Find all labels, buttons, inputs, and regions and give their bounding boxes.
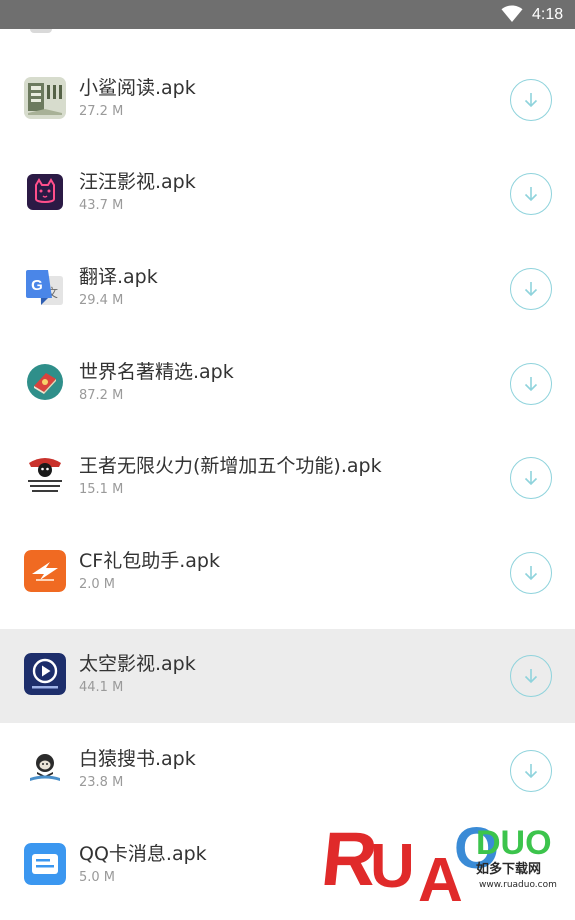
download-arrow-icon (524, 93, 538, 108)
file-size: 5.0 M (79, 870, 116, 885)
site-watermark: R U A O DUO 如多下载网 www.ruaduo.com (318, 817, 562, 920)
download-arrow-icon (524, 764, 538, 779)
status-bar: 4:18 (0, 0, 575, 29)
file-size: 27.2 M (79, 104, 124, 119)
apk-list-item[interactable]: CF礼包助手.apk 2.0 M (0, 526, 575, 620)
file-size: 29.4 M (79, 293, 124, 308)
status-time: 4:18 (532, 6, 564, 23)
download-arrow-icon (524, 282, 538, 297)
book-reader-icon (24, 77, 66, 119)
watermark-letter: U (370, 832, 415, 901)
classic-books-icon (24, 361, 66, 403)
meme-face-icon (24, 455, 66, 497)
wifi-icon (501, 5, 523, 23)
apk-list-item[interactable]: 世界名著精选.apk 87.2 M (0, 337, 575, 431)
file-size: 43.7 M (79, 198, 124, 213)
apk-list-item[interactable]: 汪汪影视.apk 43.7 M (0, 147, 575, 241)
download-button[interactable] (510, 268, 552, 310)
ape-reading-icon (24, 748, 66, 790)
download-button[interactable] (510, 363, 552, 405)
download-arrow-icon (524, 471, 538, 486)
apk-list-item[interactable]: 王者无限火力(新增加五个功能).apk 15.1 M (0, 431, 575, 525)
file-name: 汪汪影视.apk (79, 171, 196, 193)
file-size: 15.1 M (79, 482, 124, 497)
file-name: 白猿搜书.apk (79, 748, 196, 770)
watermark-letter: DUO (476, 824, 552, 862)
previous-item-fragment (30, 29, 52, 33)
cat-face-icon (24, 171, 66, 213)
download-button[interactable] (510, 552, 552, 594)
file-name: 太空影视.apk (79, 653, 196, 675)
google-translate-icon: 文 G (24, 266, 66, 308)
svg-text:G: G (31, 277, 43, 294)
cf-logo-icon (24, 550, 66, 592)
download-button[interactable] (510, 655, 552, 697)
file-size: 2.0 M (79, 577, 116, 592)
play-button-icon (24, 653, 66, 695)
message-card-icon (24, 843, 66, 885)
download-arrow-icon (524, 377, 538, 392)
download-button[interactable] (510, 457, 552, 499)
apk-list-item[interactable]: 文 G 翻译.apk 29.4 M (0, 242, 575, 336)
file-name: CF礼包助手.apk (79, 550, 220, 572)
file-name: 小鲨阅读.apk (79, 77, 196, 99)
apk-list-item[interactable]: 白猿搜书.apk 23.8 M (0, 724, 575, 818)
download-button[interactable] (510, 79, 552, 121)
download-button[interactable] (510, 750, 552, 792)
file-name: QQ卡消息.apk (79, 843, 207, 865)
apk-list-item[interactable]: 太空影视.apk 44.1 M (0, 629, 575, 723)
download-button[interactable] (510, 173, 552, 215)
watermark-chinese: 如多下载网 (476, 862, 542, 877)
watermark-url: www.ruaduo.com (479, 880, 557, 890)
apk-file-list: 小鲨阅读.apk 27.2 M 汪汪影视.apk 43.7 M 文 G 翻译.a… (0, 29, 575, 920)
download-arrow-icon (524, 187, 538, 202)
file-name: 翻译.apk (79, 266, 158, 288)
file-size: 23.8 M (79, 775, 124, 790)
download-arrow-icon (524, 566, 538, 581)
file-size: 87.2 M (79, 388, 124, 403)
file-size: 44.1 M (79, 680, 124, 695)
file-name: 王者无限火力(新增加五个功能).apk (79, 455, 382, 477)
apk-list-item[interactable]: 小鲨阅读.apk 27.2 M (0, 53, 575, 147)
file-name: 世界名著精选.apk (79, 361, 234, 383)
download-arrow-icon (524, 669, 538, 684)
